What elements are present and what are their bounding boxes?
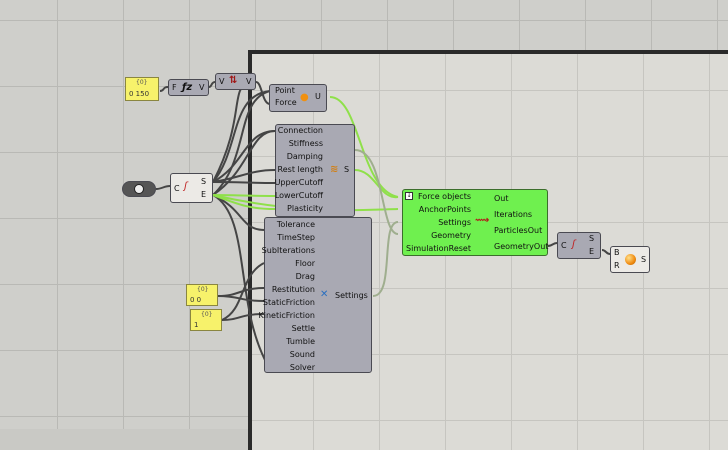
solver-input-settings: Settings xyxy=(438,218,471,227)
goal-output-s: S xyxy=(344,165,350,174)
solver-input-force-objects: Force objects xyxy=(417,192,471,201)
goal-input-lowercutoff: LowerCutoff xyxy=(274,191,323,200)
curve-right-s-label: S xyxy=(589,234,595,243)
spring-goal-component[interactable]: Connection Stiffness Damping Rest length… xyxy=(275,124,355,217)
vec-input-label: V xyxy=(219,77,225,86)
kangaroo-icon: ⟿ xyxy=(475,215,490,226)
solver-output-particlesout: ParticlesOut xyxy=(494,226,543,235)
point-input-label: Point xyxy=(275,86,295,95)
settings-input-floor: Floor xyxy=(295,259,315,268)
curve-param-box[interactable] xyxy=(122,181,156,197)
wire-box-to-curve xyxy=(155,185,171,190)
curve-left-e-label: E xyxy=(201,190,207,199)
curve-left-input-label: C xyxy=(174,184,180,193)
shader-component[interactable]: B R S xyxy=(610,246,650,273)
goal-input-stiffness: Stiffness xyxy=(288,139,323,148)
curve-icon: ʃ xyxy=(184,181,188,192)
solver-output-geometryout: GeometryOut xyxy=(494,242,549,251)
number-panel-top[interactable]: {0} 0 150 xyxy=(125,77,159,101)
shader-input-b: B xyxy=(614,248,620,257)
settings-component[interactable]: Tolerance TimeStep SubIterations Floor D… xyxy=(259,217,372,373)
settings-input-tumble: Tumble xyxy=(286,337,315,346)
settings-output-label: Settings xyxy=(335,291,368,300)
wire-geometryout xyxy=(547,242,558,247)
panel-mid-value: 0 0 xyxy=(190,296,202,304)
kangaroo-solver-component[interactable]: ↓ Force objects AnchorPoints Settings Ge… xyxy=(402,189,548,256)
spring-icon: ≋ xyxy=(330,164,339,175)
settings-input-tolerance: Tolerance xyxy=(276,220,315,229)
curve-component-right[interactable]: C ʃ S E xyxy=(557,232,601,259)
solver-input-geometry: Geometry xyxy=(431,231,471,240)
panel-value: 0 150 xyxy=(129,90,150,98)
hexagon-icon xyxy=(134,184,144,194)
vector-component[interactable]: V ⇅ V xyxy=(215,73,256,90)
wire-point-b xyxy=(212,90,271,196)
point-force-component[interactable]: Point Force ● U xyxy=(269,84,327,112)
goal-input-plasticity: Plasticity xyxy=(287,204,323,213)
orange-sphere-icon xyxy=(625,254,636,265)
vector-arrows-icon: ⇅ xyxy=(229,75,238,86)
curve-icon: ʃ xyxy=(572,239,576,250)
goal-input-damping: Damping xyxy=(286,152,323,161)
fz-component[interactable]: F ƒz V xyxy=(168,79,209,96)
curve-right-input-label: C xyxy=(561,241,567,250)
fz-output-label: V xyxy=(199,83,205,92)
number-panel-low[interactable]: {0} 1 xyxy=(190,309,222,331)
curve-component-left[interactable]: C ʃ S E xyxy=(170,173,213,203)
settings-input-timestep: TimeStep xyxy=(277,233,315,242)
goal-input-rest-length: Rest length xyxy=(277,165,323,174)
force-input-label: Force xyxy=(275,98,297,107)
wire-panel-to-fz xyxy=(159,86,169,92)
solver-output-out: Out xyxy=(494,194,509,203)
u-output-label: U xyxy=(315,92,321,101)
solver-input-simulationreset: SimulationReset xyxy=(406,244,471,253)
tools-icon: ✕ xyxy=(320,289,329,300)
curve-left-s-label: S xyxy=(201,177,207,186)
fz-input-label: F xyxy=(172,83,177,92)
shader-input-r: R xyxy=(614,261,620,270)
settings-input-drag: Drag xyxy=(295,272,315,281)
settings-input-kineticfriction: KineticFriction xyxy=(258,311,315,320)
wire-uppercutoff xyxy=(212,181,276,184)
solver-output-iterations: Iterations xyxy=(494,210,533,219)
vec-output-label: V xyxy=(246,77,252,86)
expand-toggle-icon[interactable]: ↓ xyxy=(405,192,413,200)
settings-input-restitution: Restitution xyxy=(271,285,315,294)
settings-input-subiterations: SubIterations xyxy=(261,246,315,255)
wire-curve-to-lowercutoff xyxy=(212,194,276,197)
settings-input-sound: Sound xyxy=(289,350,315,359)
shader-output-s: S xyxy=(641,255,647,264)
panel-low-value: 1 xyxy=(194,321,199,329)
settings-input-staticfriction: StaticFriction xyxy=(262,298,315,307)
panel-low-title: {0} xyxy=(201,311,213,318)
wire-curve-to-shader xyxy=(601,249,611,255)
panel-mid-title: {0} xyxy=(197,286,209,293)
settings-input-solver: Solver xyxy=(289,363,315,372)
goal-input-connection: Connection xyxy=(277,126,323,135)
bulb-icon: ● xyxy=(300,92,309,103)
panel-title: {0} xyxy=(136,79,148,86)
fz-icon: ƒz xyxy=(182,82,193,93)
curve-right-e-label: E xyxy=(589,247,595,256)
goal-input-uppercutoff: UpperCutoff xyxy=(274,178,323,187)
solver-input-anchorpoints: AnchorPoints xyxy=(418,205,471,214)
wire-curve-to-settings xyxy=(212,194,266,361)
number-panel-mid[interactable]: {0} 0 0 xyxy=(186,284,218,306)
settings-input-settle: Settle xyxy=(291,324,315,333)
